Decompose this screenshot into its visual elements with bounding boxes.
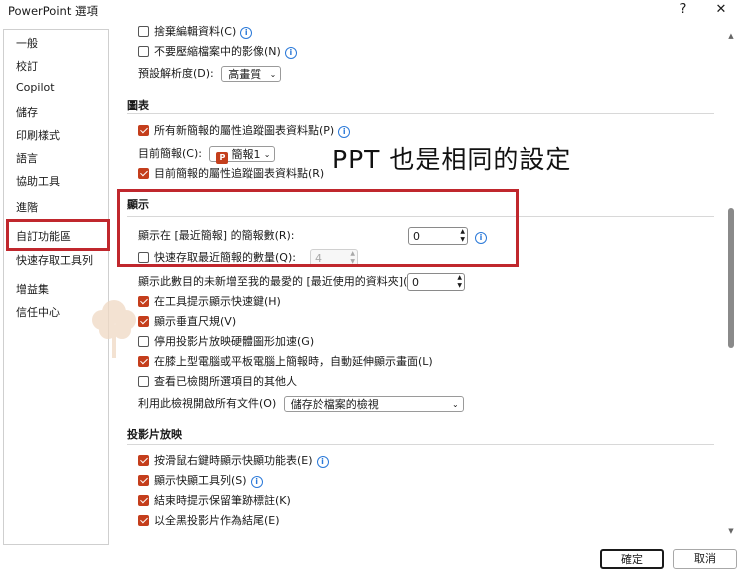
options-content: 捨棄編輯資料(C) i 不要壓縮檔案中的影像(N) i 預設解析度(D): 高畫質 ⌄… <box>118 22 726 544</box>
sidebar-item-typography[interactable]: 印刷樣式 <box>16 127 60 143</box>
info-icon: i <box>284 47 297 59</box>
slideshow-section-heading: 投影片放映 <box>127 428 182 441</box>
checkbox-checked[interactable] <box>138 125 149 136</box>
open-view-row: 利用此檢視開啟所有文件(O) 儲存於檔案的檢視 ⌄ <box>138 396 464 412</box>
checkbox-checked[interactable] <box>138 316 149 327</box>
disable-hardware-acceleration-option[interactable]: 停用投影片放映硬體圖形加速(G) <box>138 334 314 350</box>
sidebar: 一般 校訂 Copilot 儲存 印刷樣式 語言 協助工具 進階 自訂功能區 快… <box>3 29 136 545</box>
checkbox[interactable] <box>138 46 149 57</box>
sidebar-item-advanced[interactable]: 進階 <box>16 199 38 215</box>
divider <box>127 113 714 114</box>
auto-extend-display-option[interactable]: 在膝上型電腦或平板電腦上簡報時，自動延伸顯示畫面(L) <box>138 354 433 370</box>
show-vertical-ruler-option[interactable]: 顯示垂直尺規(V) <box>138 314 236 330</box>
close-button[interactable]: ✕ <box>708 0 734 20</box>
checkbox-checked[interactable] <box>138 455 149 466</box>
info-icon: i <box>316 456 329 468</box>
powerpoint-icon: P <box>216 152 229 164</box>
scroll-down-icon[interactable]: ▼ <box>726 527 736 535</box>
sidebar-item-general[interactable]: 一般 <box>16 35 38 51</box>
discard-edit-data-option[interactable]: 捨棄編輯資料(C) i <box>138 24 253 40</box>
current-presentation-row: 目前簡報(C): P 簡報1 ⌄ <box>138 146 276 164</box>
ok-button[interactable]: 確定 <box>600 549 664 569</box>
popup-toolbar-option[interactable]: 顯示快顯工具列(S) i <box>138 473 263 489</box>
default-resolution-row: 預設解析度(D): 高畫質 ⌄ <box>138 66 282 82</box>
sidebar-item-save[interactable]: 儲存 <box>16 104 38 120</box>
sidebar-item-copilot[interactable]: Copilot <box>16 81 55 94</box>
sidebar-item-trust-center[interactable]: 信任中心 <box>16 304 60 320</box>
sidebar-item-language[interactable]: 語言 <box>16 150 38 166</box>
scroll-up-icon[interactable]: ▲ <box>726 32 736 40</box>
checkbox-checked[interactable] <box>138 296 149 307</box>
unpinned-folders-spinner[interactable]: 0 ▲ ▼ <box>407 273 465 291</box>
checkbox-checked[interactable] <box>138 168 149 179</box>
vertical-scrollbar[interactable]: ▲ ▼ <box>726 22 736 544</box>
chart-section-heading: 圖表 <box>127 99 149 112</box>
info-icon: i <box>240 27 253 39</box>
current-presentation-select[interactable]: P 簡報1 ⌄ <box>209 146 276 164</box>
no-compress-images-option[interactable]: 不要壓縮檔案中的影像(N) i <box>138 44 297 60</box>
resolution-select[interactable]: 高畫質 ⌄ <box>221 66 282 82</box>
keep-ink-option[interactable]: 結束時提示保留筆跡標註(K) <box>138 493 291 509</box>
divider <box>127 444 714 445</box>
show-shortcut-keys-option[interactable]: 在工具提示顯示快速鍵(H) <box>138 294 281 310</box>
checkbox-checked[interactable] <box>138 356 149 367</box>
end-black-slide-option[interactable]: 以全黑投影片作為結尾(E) <box>138 513 280 529</box>
sidebar-item-proofing[interactable]: 校訂 <box>16 58 38 74</box>
checkbox-checked[interactable] <box>138 475 149 486</box>
scrollbar-thumb[interactable] <box>728 208 734 348</box>
cancel-button[interactable]: 取消 <box>673 549 737 569</box>
spinner-arrows-icon[interactable]: ▲ ▼ <box>457 274 462 290</box>
window-title: PowerPoint 選項 <box>8 4 98 18</box>
unpinned-folders-label: 顯示此數目的未新增至我的最愛的 [最近使用的資料夾](F): <box>138 275 422 288</box>
sidebar-item-accessibility[interactable]: 協助工具 <box>16 173 60 189</box>
info-icon: i <box>338 126 351 138</box>
checkbox-checked[interactable] <box>138 495 149 506</box>
see-reviewers-option[interactable]: 查看已檢閱所選項目的其他人 <box>138 374 297 390</box>
right-click-menu-option[interactable]: 按滑鼠右鍵時顯示快顯功能表(E) i <box>138 453 329 469</box>
chart-track-all-option[interactable]: 所有新簡報的屬性追蹤圖表資料點(P) i <box>138 123 351 139</box>
chevron-down-icon: ⌄ <box>269 70 277 79</box>
checkbox[interactable] <box>138 376 149 387</box>
sidebar-item-customize-ribbon[interactable]: 自訂功能區 <box>16 228 71 244</box>
checkbox[interactable] <box>138 336 149 347</box>
sidebar-item-quick-access-toolbar[interactable]: 快速存取工具列 <box>16 252 93 268</box>
annotation-highlight-box <box>117 189 519 267</box>
sidebar-item-addins[interactable]: 增益集 <box>16 281 49 297</box>
annotation-text: PPT 也是相同的設定 <box>332 145 572 174</box>
info-icon: i <box>250 476 263 488</box>
chevron-down-icon: ⌄ <box>452 400 459 409</box>
open-view-select[interactable]: 儲存於檔案的檢視 ⌄ <box>283 396 464 412</box>
checkbox[interactable] <box>138 26 149 37</box>
title-bar: PowerPoint 選項 ? ✕ <box>0 0 740 22</box>
chevron-down-icon: ⌄ <box>263 150 271 159</box>
chart-track-current-option[interactable]: 目前簡報的屬性追蹤圖表資料點(R) <box>138 166 324 182</box>
checkbox-checked[interactable] <box>138 515 149 526</box>
help-button[interactable]: ? <box>670 0 696 20</box>
